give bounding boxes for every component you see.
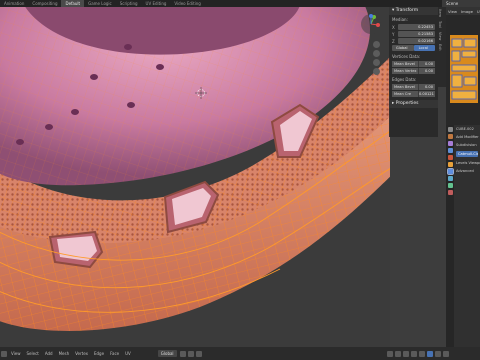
tab-uv-editing[interactable]: UV Editing (142, 0, 171, 7)
properties-tabs (446, 125, 454, 347)
tab-item[interactable]: Item (438, 7, 442, 19)
object-name: CUBE.002 (456, 127, 474, 131)
properties-body: CUBE.002 Add Modifier Subdivision Catmul… (454, 125, 480, 347)
uv-image-view[interactable] (446, 15, 480, 125)
vertex-select-icon[interactable] (387, 350, 393, 357)
properties-editor: CUBE.002 Add Modifier Subdivision Catmul… (446, 125, 480, 347)
tab-video-editing[interactable]: Video Editing (170, 0, 204, 7)
tab-scripting[interactable]: Scripting (116, 0, 142, 7)
mean-bevel-field[interactable]: Mean Bevel 0.00 (392, 61, 435, 67)
proportional-edit-icon[interactable] (195, 350, 202, 357)
tab-game-logic[interactable]: Game Logic (84, 0, 116, 7)
sidebar-n-panel: ▾ Transform Median: X 0.22453 Y 0.21583 … (389, 7, 438, 137)
advanced-toggle[interactable]: Advanced (454, 167, 480, 175)
menu-add[interactable]: Add (42, 351, 56, 356)
uv-layout-image (450, 35, 478, 103)
tool-icon[interactable] (447, 127, 453, 132)
overlay-icon[interactable] (411, 350, 417, 357)
levels-viewport-label: Levels Viewport (456, 161, 480, 165)
mean-vertex-field[interactable]: Mean Vertex 0.00 (392, 68, 435, 74)
physics-icon[interactable] (447, 183, 453, 188)
tab-view[interactable]: View (438, 30, 442, 42)
add-modifier-button[interactable]: Add Modifier (454, 133, 480, 141)
world-icon[interactable] (447, 155, 453, 160)
modifier-wrench-icon[interactable] (446, 168, 454, 175)
right-editors: View Image UV CUBE.002 (446, 7, 480, 347)
camera-icon[interactable] (372, 59, 380, 66)
navigation-gizmo[interactable] (360, 13, 382, 35)
zoom-icon[interactable] (372, 41, 380, 48)
sidebar-tabs: Item Tool View Edit (438, 7, 446, 87)
image-editor-header: View Image UV (446, 7, 480, 15)
solid-shading-icon[interactable] (427, 350, 433, 357)
3d-viewport[interactable] (0, 7, 390, 347)
menu-view[interactable]: View (446, 9, 459, 14)
menu-uv[interactable]: UV (475, 9, 480, 14)
tab-compositing[interactable]: Compositing (28, 0, 61, 7)
hand-pan-icon[interactable] (372, 50, 380, 57)
render-icon[interactable] (447, 134, 453, 139)
menu-uv-3d[interactable]: UV (122, 351, 134, 356)
mesh-render[interactable] (0, 7, 390, 347)
rendered-shading-icon[interactable] (443, 350, 449, 357)
tab-edit[interactable]: Edit (438, 42, 442, 53)
transform-header[interactable]: ▾ Transform (389, 7, 438, 15)
mean-crease-field[interactable]: Mean Cre 0.00121 (392, 91, 435, 97)
menu-image[interactable]: Image (459, 9, 475, 14)
tab-default[interactable]: Default (61, 0, 85, 7)
z-field[interactable]: 0.02166 (398, 38, 435, 44)
catmull-clark-button[interactable]: Catmull-Clark (456, 151, 478, 157)
viewport-header: View Select Add Mesh Vertex Edge Face UV… (0, 347, 480, 360)
menu-view-3d[interactable]: View (8, 351, 24, 356)
xray-icon[interactable] (419, 350, 425, 357)
scene-icon[interactable] (447, 148, 453, 153)
menu-vertex[interactable]: Vertex (72, 351, 91, 356)
global-toggle[interactable]: Global (392, 45, 414, 51)
y-field[interactable]: 0.21583 (398, 31, 435, 37)
workspace-tabs: Animation Compositing Default Game Logic… (0, 0, 480, 7)
menu-face[interactable]: Face (107, 351, 122, 356)
edges-data-label: Edges Data: (392, 77, 417, 82)
menu-edge[interactable]: Edge (91, 351, 107, 356)
edge-select-icon[interactable] (395, 350, 401, 357)
menu-select[interactable]: Select (24, 351, 42, 356)
face-select-icon[interactable] (403, 350, 409, 357)
pivot-icon[interactable] (179, 350, 186, 357)
median-label: Median: (392, 17, 408, 22)
x-field[interactable]: 0.22453 (398, 24, 435, 30)
grid-view-icon[interactable] (372, 68, 380, 75)
snap-icon[interactable] (187, 350, 194, 357)
subdivision-modifier[interactable]: Subdivision (454, 141, 480, 149)
material-icon[interactable] (447, 190, 453, 195)
properties-header[interactable]: ▸ Properties (389, 100, 438, 108)
output-icon[interactable] (447, 141, 453, 146)
edge-mean-bevel-field[interactable]: Mean Bevel 0.00 (392, 84, 435, 90)
scene-selector[interactable]: Scene (442, 0, 480, 7)
vertices-data-label: Vertices Data: (392, 54, 421, 59)
material-shading-icon[interactable] (435, 350, 441, 357)
orientation-dropdown[interactable]: Global (157, 350, 177, 357)
particles-icon[interactable] (447, 176, 453, 181)
object-icon[interactable] (447, 162, 453, 167)
tab-animation[interactable]: Animation (0, 0, 28, 7)
tab-tool[interactable]: Tool (438, 19, 442, 30)
menu-mesh[interactable]: Mesh (56, 351, 73, 356)
editor-type-icon[interactable] (1, 350, 7, 357)
local-toggle[interactable]: Local (413, 45, 435, 51)
